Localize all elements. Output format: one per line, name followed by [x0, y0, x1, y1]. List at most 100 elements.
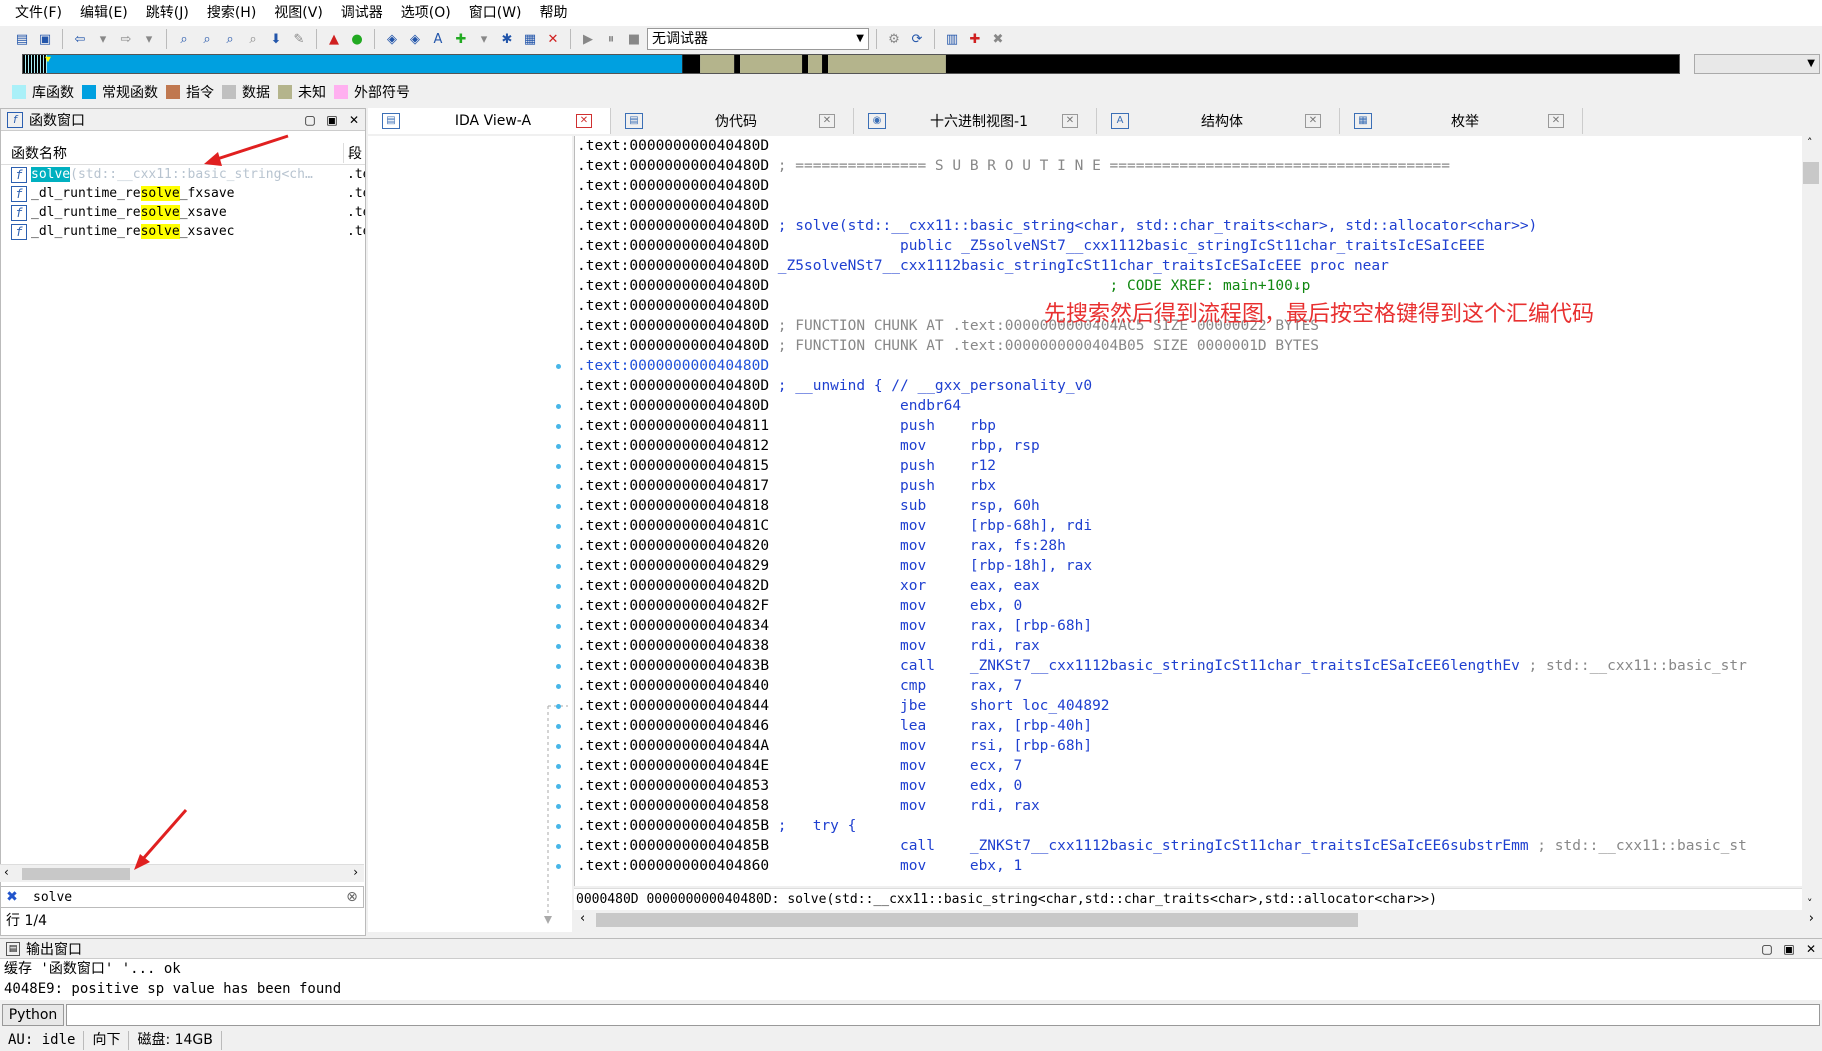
- search-text-icon[interactable]: ⌕: [174, 29, 194, 49]
- menu-item[interactable]: 选项(O): [392, 0, 460, 26]
- make-code-icon[interactable]: ◈: [382, 29, 402, 49]
- debug-start-icon[interactable]: ▶: [578, 29, 598, 49]
- menu-item[interactable]: 窗口(W): [460, 0, 531, 26]
- back-arrow-icon[interactable]: ⇦: [70, 29, 90, 49]
- ida-view-vscrollbar[interactable]: ˄ ˅: [1802, 136, 1822, 910]
- function-row[interactable]: f _dl_runtime_resolve_fxsave .te: [1, 184, 365, 203]
- disasm-line[interactable]: .text:000000000040480D _Z5solveNSt7__cxx…: [575, 256, 1802, 276]
- disasm-line[interactable]: .text:0000000000404840 cmp rax, 7: [575, 676, 1802, 696]
- disasm-line[interactable]: .text:0000000000404853 mov edx, 0: [575, 776, 1802, 796]
- disasm-line[interactable]: .text:0000000000404846 lea rax, [rbp-40h…: [575, 716, 1802, 736]
- run-green-icon[interactable]: ●: [347, 29, 367, 49]
- ida-view-a[interactable]: .text:000000000040480D .text:000000000040…: [574, 136, 1802, 886]
- disasm-line[interactable]: .text:000000000040480D ; __unwind { // _…: [575, 376, 1802, 396]
- close-icon[interactable]: ✕: [343, 113, 365, 127]
- graph-icon[interactable]: ▲: [324, 29, 344, 49]
- function-list-hscrollbar[interactable]: ‹ ›: [0, 864, 364, 882]
- disasm-line[interactable]: .text:0000000000404829 mov [rbp-18h], ra…: [575, 556, 1802, 576]
- search-binary-icon[interactable]: ⌕: [197, 29, 217, 49]
- patch-icon[interactable]: ✎: [289, 29, 309, 49]
- restore-icon[interactable]: ▢: [1756, 942, 1778, 956]
- scroll-up-icon[interactable]: ˄: [1807, 136, 1813, 149]
- float-icon[interactable]: ▣: [1778, 942, 1800, 956]
- disasm-line[interactable]: .text:0000000000404815 push r12: [575, 456, 1802, 476]
- tab-close-icon[interactable]: ✕: [1062, 114, 1078, 128]
- disasm-line[interactable]: .text:0000000000404817 push rbx: [575, 476, 1802, 496]
- filter-clear-icon[interactable]: ✖: [1, 889, 23, 905]
- restore-icon[interactable]: ▢: [299, 113, 321, 127]
- menu-item[interactable]: 帮助: [531, 0, 577, 26]
- scroll-left-icon[interactable]: ‹: [580, 911, 585, 926]
- search-immediate-icon[interactable]: ⌕: [220, 29, 240, 49]
- navigation-band-dropdown[interactable]: ▼: [1694, 54, 1820, 74]
- function-row[interactable]: fsolve(std::__cxx11::basic_string<ch….te: [1, 165, 365, 184]
- disasm-line[interactable]: .text:000000000040480D ; FUNCTION CHUNK …: [575, 336, 1802, 356]
- disasm-line[interactable]: .text:000000000040481C mov [rbp-68h], rd…: [575, 516, 1802, 536]
- make-string-icon[interactable]: A: [428, 29, 448, 49]
- scrollbar-thumb[interactable]: [1803, 162, 1819, 184]
- disasm-line[interactable]: .text:000000000040483B call _ZNKSt7__cxx…: [575, 656, 1802, 676]
- tab[interactable]: ▦ 枚举 ✕: [1340, 108, 1583, 134]
- disasm-line[interactable]: .text:000000000040480D: [575, 176, 1802, 196]
- make-data-icon[interactable]: ◈: [405, 29, 425, 49]
- scroll-right-icon[interactable]: ›: [353, 865, 358, 879]
- debug-stop-icon[interactable]: ■: [624, 29, 644, 49]
- disasm-line[interactable]: .text:000000000040482D xor eax, eax: [575, 576, 1802, 596]
- disasm-line[interactable]: .text:000000000040480D: [575, 356, 1802, 376]
- tab-close-icon[interactable]: ✕: [576, 114, 592, 128]
- tab[interactable]: ▤ 伪代码 ✕: [611, 108, 854, 134]
- scroll-left-icon[interactable]: ‹: [4, 865, 9, 879]
- float-icon[interactable]: ▣: [321, 113, 343, 127]
- menu-item[interactable]: 搜索(H): [198, 0, 265, 26]
- search-next-icon[interactable]: ⌕: [243, 29, 263, 49]
- scroll-right-icon[interactable]: ›: [1809, 911, 1814, 926]
- disasm-line[interactable]: .text:0000000000404838 mov rdi, rax: [575, 636, 1802, 656]
- struct-icon[interactable]: ▦: [520, 29, 540, 49]
- back-dropdown-icon[interactable]: ▾: [93, 29, 113, 49]
- tab[interactable]: A 结构体 ✕: [1097, 108, 1340, 134]
- disasm-line[interactable]: .text:000000000040484A mov rsi, [rbp-68h…: [575, 736, 1802, 756]
- disasm-line[interactable]: .text:000000000040480D ; solve(std::__cx…: [575, 216, 1802, 236]
- disasm-line[interactable]: .text:000000000040480D ; ===============…: [575, 156, 1802, 176]
- function-row[interactable]: f _dl_runtime_resolve_xsave .te: [1, 203, 365, 222]
- bookmark-icon[interactable]: ✱: [497, 29, 517, 49]
- menu-item[interactable]: 调试器: [332, 0, 392, 26]
- breakpoint-add-icon[interactable]: ✚: [965, 29, 985, 49]
- menu-item[interactable]: 文件(F): [6, 0, 71, 26]
- disasm-line[interactable]: .text:0000000000404834 mov rax, [rbp-68h…: [575, 616, 1802, 636]
- disasm-line[interactable]: .text:0000000000404812 mov rbp, rsp: [575, 436, 1802, 456]
- jump-down-icon[interactable]: ⬇: [266, 29, 286, 49]
- disasm-line[interactable]: .text:0000000000404860 mov ebx, 1: [575, 856, 1802, 876]
- close-icon[interactable]: ✕: [1800, 942, 1822, 956]
- menu-item[interactable]: 编辑(E): [71, 0, 137, 26]
- menu-item[interactable]: 跳转(J): [137, 0, 198, 26]
- undefine-icon[interactable]: ✕: [543, 29, 563, 49]
- disasm-line[interactable]: .text:000000000040482F mov ebx, 0: [575, 596, 1802, 616]
- filter-close-icon[interactable]: ⊗: [341, 889, 363, 905]
- disasm-line[interactable]: .text:0000000000404818 sub rsp, 60h: [575, 496, 1802, 516]
- disasm-line[interactable]: .text:0000000000404844 jbe short loc_404…: [575, 696, 1802, 716]
- column-segment[interactable]: 段: [343, 142, 365, 163]
- add-xref-icon[interactable]: ✚: [451, 29, 471, 49]
- tab-close-icon[interactable]: ✕: [819, 114, 835, 128]
- debug-attach-icon[interactable]: ⚙: [884, 29, 904, 49]
- disasm-line[interactable]: .text:000000000040480D: [575, 196, 1802, 216]
- forward-dropdown-icon[interactable]: ▾: [139, 29, 159, 49]
- debug-options-icon[interactable]: ⟳: [907, 29, 927, 49]
- open-file-icon[interactable]: ▤: [12, 29, 32, 49]
- navigation-band[interactable]: [22, 54, 1680, 74]
- forward-arrow-icon[interactable]: ⇨: [116, 29, 136, 49]
- disasm-line[interactable]: .text:000000000040480D public _Z5solveNS…: [575, 236, 1802, 256]
- command-input[interactable]: [66, 1004, 1820, 1026]
- xref-dropdown-icon[interactable]: ▾: [474, 29, 494, 49]
- disasm-line[interactable]: .text:000000000040480D endbr64: [575, 396, 1802, 416]
- disasm-line[interactable]: .text:0000000000404858 mov rdi, rax: [575, 796, 1802, 816]
- save-icon[interactable]: ▣: [35, 29, 55, 49]
- disasm-line[interactable]: .text:000000000040484E mov ecx, 7: [575, 756, 1802, 776]
- function-row[interactable]: f _dl_runtime_resolve_xsavec .te: [1, 222, 365, 241]
- tab-close-icon[interactable]: ✕: [1548, 114, 1564, 128]
- scrollbar-thumb[interactable]: [596, 913, 1358, 927]
- tab-close-icon[interactable]: ✕: [1305, 114, 1321, 128]
- menu-item[interactable]: 视图(V): [265, 0, 332, 26]
- python-language-button[interactable]: Python: [2, 1004, 64, 1026]
